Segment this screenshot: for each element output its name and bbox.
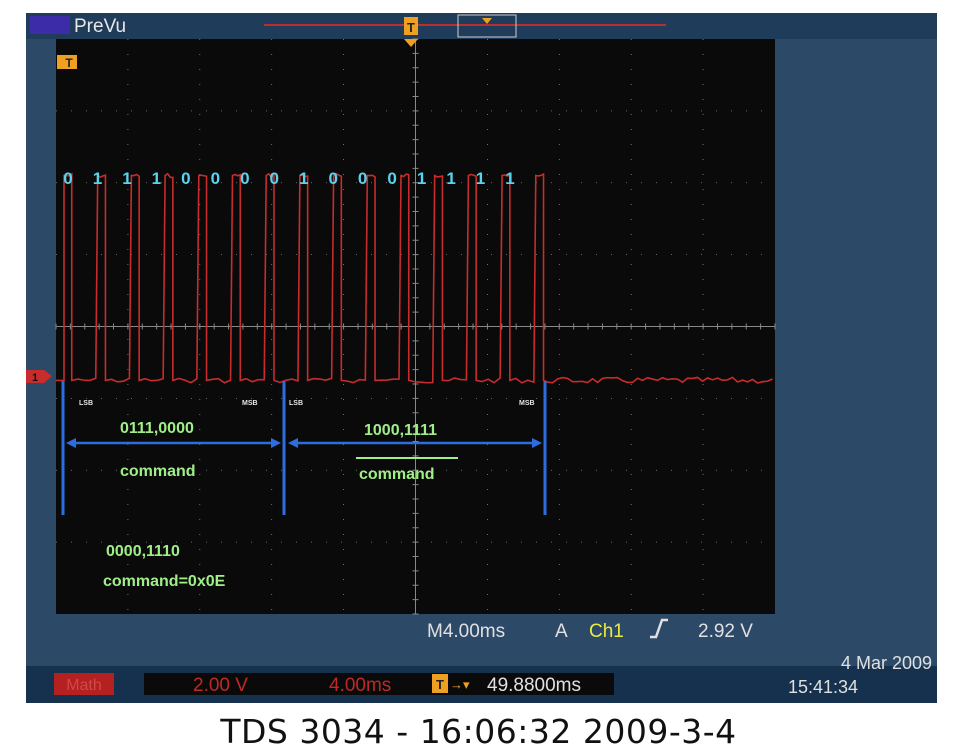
bit-label: 0 xyxy=(270,169,279,188)
time-readout: 15:41:34 xyxy=(788,677,858,697)
result-value: 0000,1110 xyxy=(106,543,180,560)
bit-label: 0 xyxy=(240,169,249,188)
bit-label: 1 xyxy=(505,169,514,188)
result-label: command=0x0E xyxy=(103,573,226,590)
bit-label: 0 xyxy=(211,169,220,188)
caption: TDS 3034 - 16:06:32 2009-3-4 xyxy=(220,712,737,751)
ch1-ground-label: 1 xyxy=(32,372,38,384)
timebase-readout: M4.00ms xyxy=(427,621,505,642)
bit-label: 1 xyxy=(122,169,131,188)
trigger-pos-arrow-icon: →▾ xyxy=(450,677,470,692)
bit-label: 0 xyxy=(358,169,367,188)
mode-badge xyxy=(30,16,70,34)
bit-label: 0 xyxy=(328,169,337,188)
bit-label: 1 xyxy=(476,169,485,188)
bit-label: 1 xyxy=(299,169,308,188)
trigger-position-label: T xyxy=(407,20,415,35)
bit-label: 1 xyxy=(446,169,455,188)
acquisition-readout: A xyxy=(555,621,568,642)
trigger-source-readout: Ch1 xyxy=(589,621,624,642)
bit-label: 0 xyxy=(387,169,396,188)
byte2-value: 1000,1111 xyxy=(364,422,437,439)
byte1-label: command xyxy=(120,463,196,480)
trigger-level-label: T xyxy=(65,56,73,70)
bit-label: 1 xyxy=(417,169,426,188)
bit-label: 1 xyxy=(93,169,102,188)
lsb-label-1: LSB xyxy=(79,400,93,407)
byte1-value: 0111,0000 xyxy=(120,420,194,437)
lsb-label-2: LSB xyxy=(289,400,303,407)
bit-label: 1 xyxy=(152,169,161,188)
trigger-pos-readout: 49.8800ms xyxy=(487,675,581,696)
math-time-readout: 4.00ms xyxy=(329,675,391,696)
bit-label: 0 xyxy=(63,169,72,188)
bit-label: 0 xyxy=(181,169,190,188)
ch1-ground-marker[interactable] xyxy=(26,370,52,383)
oscilloscope-screen: PreVu T T 1 0 1 1 1 0 0 0 0 1 0 0 0 1 1 1 1 LSB MSB LSB… xyxy=(26,13,937,703)
byte2-label: command xyxy=(359,466,435,483)
math-volts-readout: 2.00 V xyxy=(193,675,248,696)
msb-label-2: MSB xyxy=(519,400,535,407)
rising-edge-icon xyxy=(650,618,668,639)
msb-label-1: MSB xyxy=(242,400,258,407)
trigger-pos-icon: T xyxy=(436,677,444,692)
trigger-level-readout: 2.92 V xyxy=(698,621,753,642)
mode-label: PreVu xyxy=(74,16,126,37)
math-label: Math xyxy=(66,677,102,694)
oscilloscope-frame: PreVu T T 1 0 1 1 1 0 0 0 0 1 0 0 0 1 1 1 1 LSB MSB LSB… xyxy=(26,13,937,703)
date-readout: 4 Mar 2009 xyxy=(841,653,932,673)
